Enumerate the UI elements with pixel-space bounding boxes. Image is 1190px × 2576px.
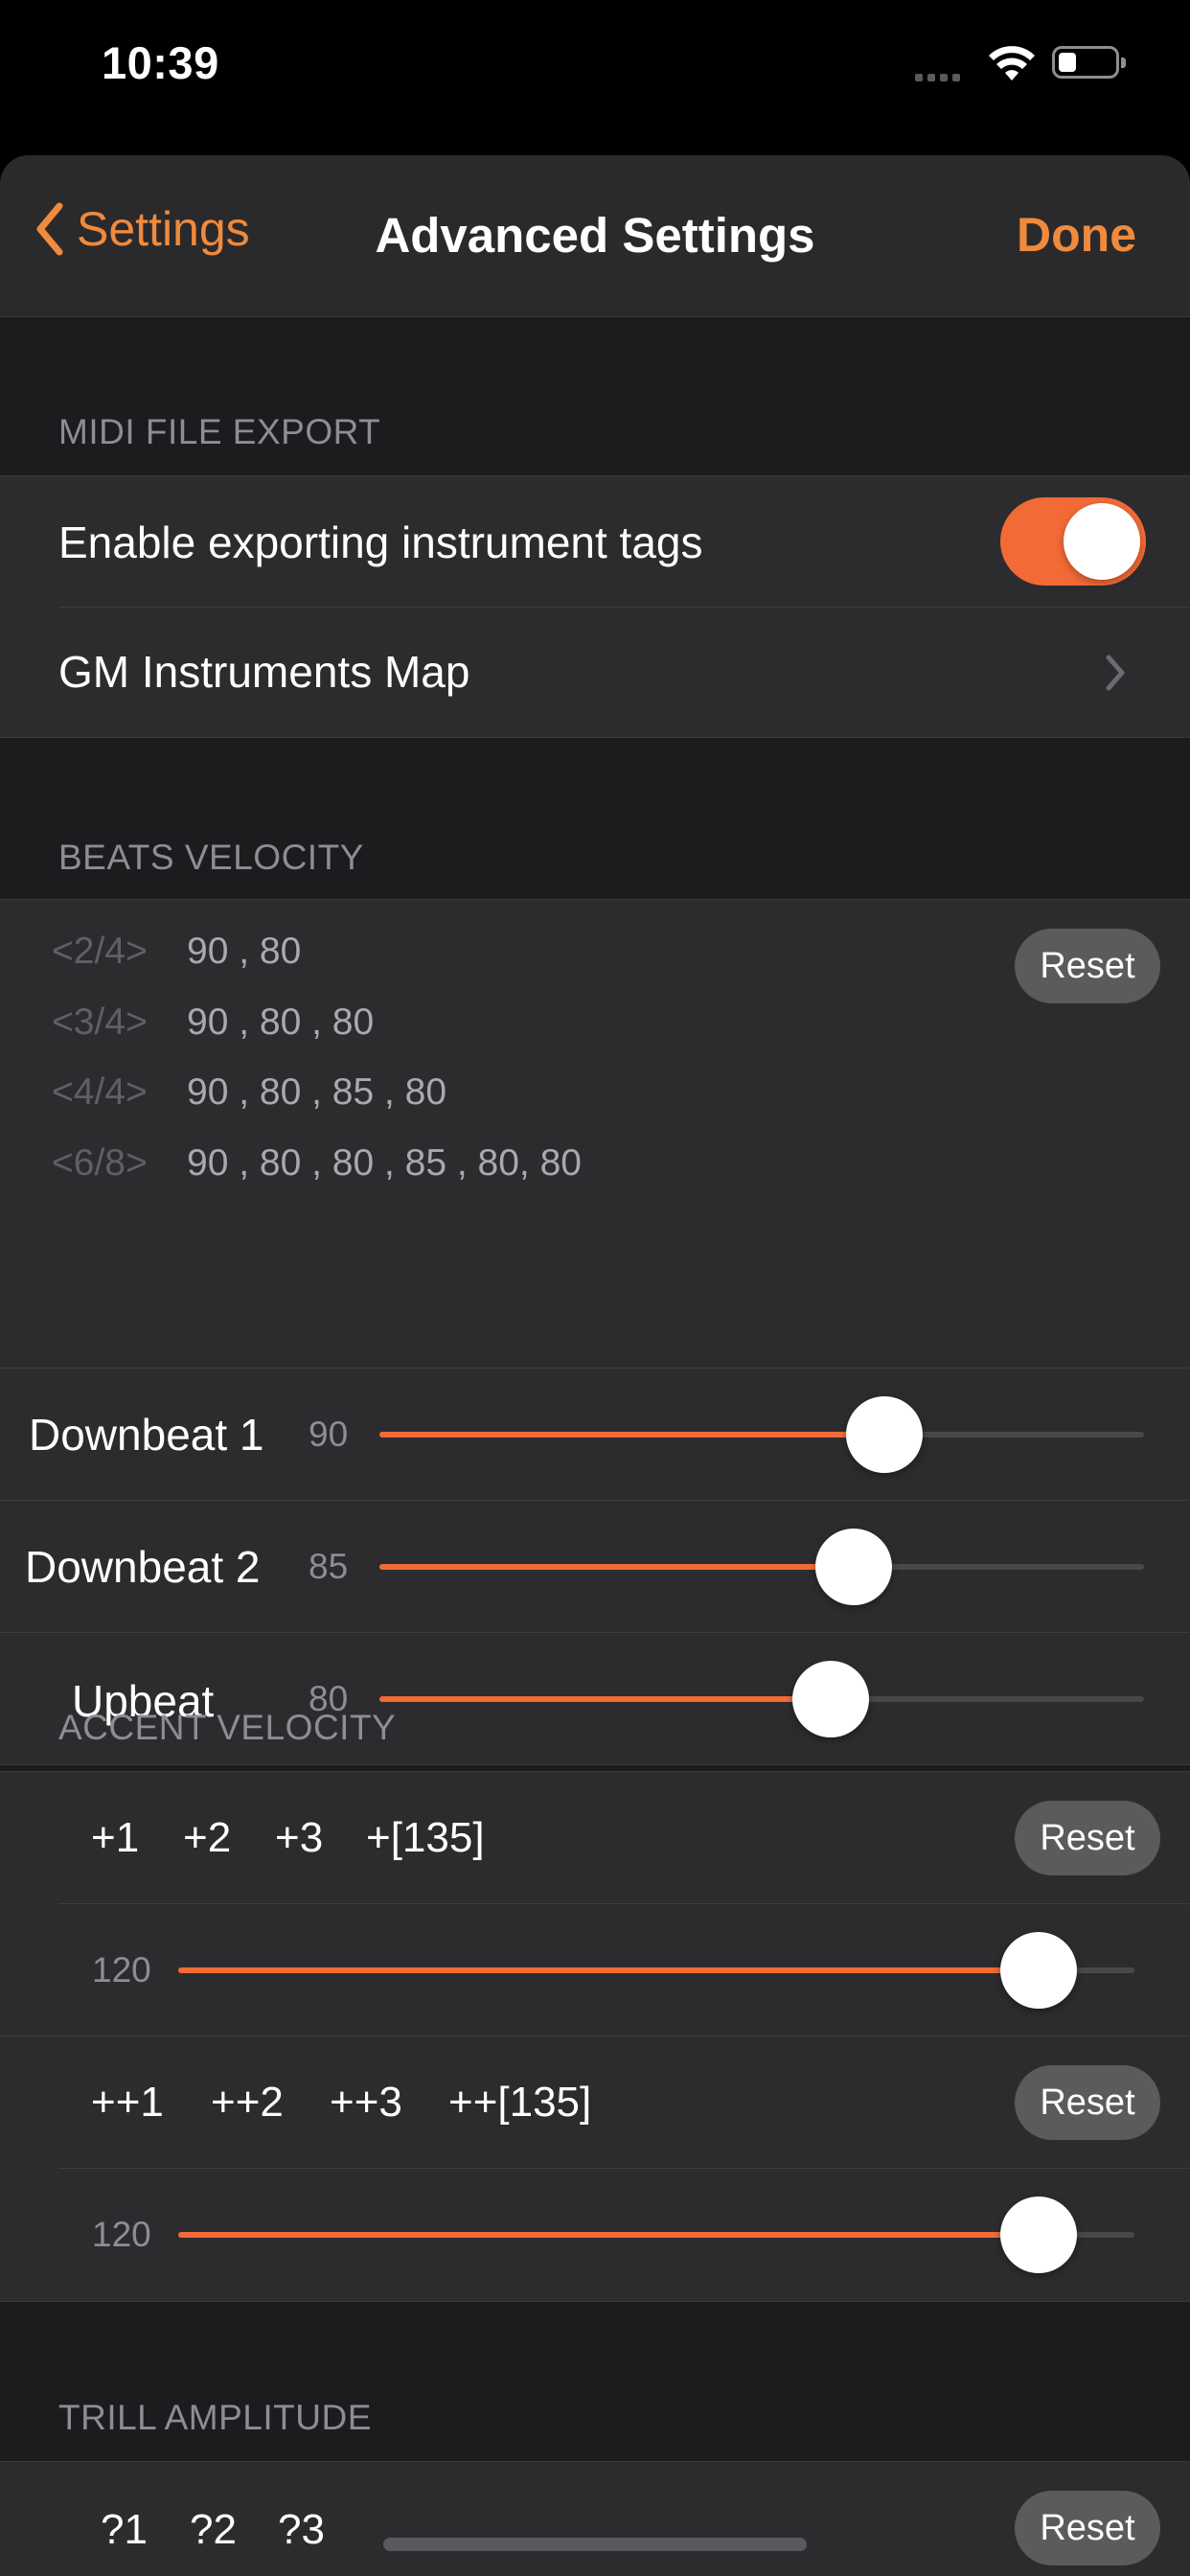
downbeat-1-slider[interactable]	[379, 1396, 1144, 1473]
slider-label: Downbeat 1	[29, 1410, 264, 1460]
page-title: Advanced Settings	[375, 208, 815, 263]
slider-value: 90	[309, 1414, 349, 1454]
home-indicator[interactable]	[383, 2538, 807, 2551]
slider-row-downbeat-2: Downbeat 2 85	[0, 1501, 1190, 1632]
accent-slider-2[interactable]	[178, 2196, 1134, 2273]
slider-fill	[379, 1696, 831, 1702]
accent-item: ++1	[91, 2079, 164, 2126]
slider-value: 120	[92, 1950, 151, 1990]
signature-label: <3/4>	[52, 1001, 148, 1043]
accent-velocity-group: +1 +2 +3 +[135] Reset 120 ++1 ++2 ++3 ++…	[0, 1771, 1190, 2302]
slider-fill	[178, 2232, 1040, 2238]
export-tags-label: Enable exporting instrument tags	[58, 518, 703, 567]
accent-slider-row-2: 120	[0, 2169, 1190, 2300]
signature-label: <4/4>	[52, 1071, 148, 1113]
slider-fill	[379, 1432, 884, 1438]
accent-item: ++2	[211, 2079, 284, 2126]
battery-icon	[1052, 46, 1126, 79]
status-time: 10:39	[102, 37, 219, 88]
accent-item: ++3	[330, 2079, 402, 2126]
accent-item: +1	[91, 1814, 140, 1861]
gm-instruments-map-label: GM Instruments Map	[58, 647, 470, 697]
slider-fill	[178, 1967, 1040, 1973]
slider-fill	[379, 1564, 854, 1570]
accent-item: ++[135]	[448, 2079, 592, 2126]
slider-row-downbeat-1: Downbeat 1 90	[0, 1368, 1190, 1500]
toggle-knob	[1064, 503, 1140, 580]
beats-velocity-group: <2/4> 90 , 80 <3/4> 90 , 80 , 80 <4/4> 9…	[0, 899, 1190, 1765]
gm-instruments-map-row[interactable]: GM Instruments Map	[0, 608, 1190, 737]
slider-label: Downbeat 2	[25, 1542, 261, 1592]
trill-item: ?1	[101, 2506, 148, 2553]
trill-item: ?2	[190, 2506, 237, 2553]
accent-row-1: +1 +2 +3 +[135] Reset	[0, 1772, 1190, 1903]
signature-values: 90 , 80 , 85 , 80	[187, 1071, 447, 1113]
accent-slider-row-1: 120	[0, 1904, 1190, 2036]
accent-reset-button[interactable]: Reset	[1015, 1801, 1160, 1875]
slider-thumb[interactable]	[1000, 2196, 1078, 2273]
section-header-midi-export: MIDI FILE EXPORT	[58, 412, 381, 451]
accent-item: +2	[183, 1814, 232, 1861]
done-button[interactable]: Done	[1017, 207, 1136, 263]
export-tags-row: Enable exporting instrument tags	[0, 476, 1190, 607]
wifi-icon	[987, 44, 1037, 87]
navigation-bar: Settings Advanced Settings Done	[0, 155, 1190, 317]
chevron-right-icon	[1106, 655, 1125, 691]
cellular-signal-icon	[915, 69, 965, 86]
settings-sheet: Settings Advanced Settings Done MIDI FIL…	[0, 155, 1190, 2576]
signature-values: 90 , 80	[187, 931, 302, 972]
slider-value: 85	[309, 1547, 349, 1586]
slider-thumb[interactable]	[1000, 1932, 1078, 2009]
section-header-beats-velocity: BEATS VELOCITY	[58, 838, 364, 877]
signature-values: 90 , 80 , 80 , 85 , 80, 80	[187, 1142, 582, 1184]
trill-item: ?3	[278, 2506, 325, 2553]
accent-row-2: ++1 ++2 ++3 ++[135] Reset	[0, 2036, 1190, 2168]
midi-export-cells: Enable exporting instrument tags GM Inst…	[0, 475, 1190, 738]
status-bar: 10:39	[0, 0, 1190, 144]
slider-thumb[interactable]	[791, 1661, 869, 1737]
slider-thumb[interactable]	[814, 1529, 892, 1605]
accent-reset-button-2[interactable]: Reset	[1015, 2065, 1160, 2140]
trill-reset-button[interactable]: Reset	[1015, 2491, 1160, 2565]
accent-slider-1[interactable]	[178, 1932, 1134, 2009]
signature-label: <2/4>	[52, 931, 148, 972]
section-header-trill-amplitude: TRILL AMPLITUDE	[58, 2398, 372, 2437]
slider-value: 120	[92, 2215, 151, 2254]
section-header-accent-velocity: ACCENT VELOCITY	[58, 1708, 397, 1747]
accent-item: +[135]	[366, 1814, 485, 1861]
export-tags-toggle[interactable]	[1000, 497, 1146, 586]
trill-amplitude-group: ?1 ?2 ?3 Reset	[0, 2461, 1190, 2576]
signature-values: 90 , 80 , 80	[187, 1001, 375, 1043]
slider-thumb[interactable]	[845, 1396, 923, 1473]
upbeat-slider[interactable]	[379, 1661, 1144, 1737]
accent-item: +3	[275, 1814, 324, 1861]
beats-reset-button[interactable]: Reset	[1015, 929, 1160, 1003]
signature-label: <6/8>	[52, 1142, 148, 1184]
downbeat-2-slider[interactable]	[379, 1529, 1144, 1605]
